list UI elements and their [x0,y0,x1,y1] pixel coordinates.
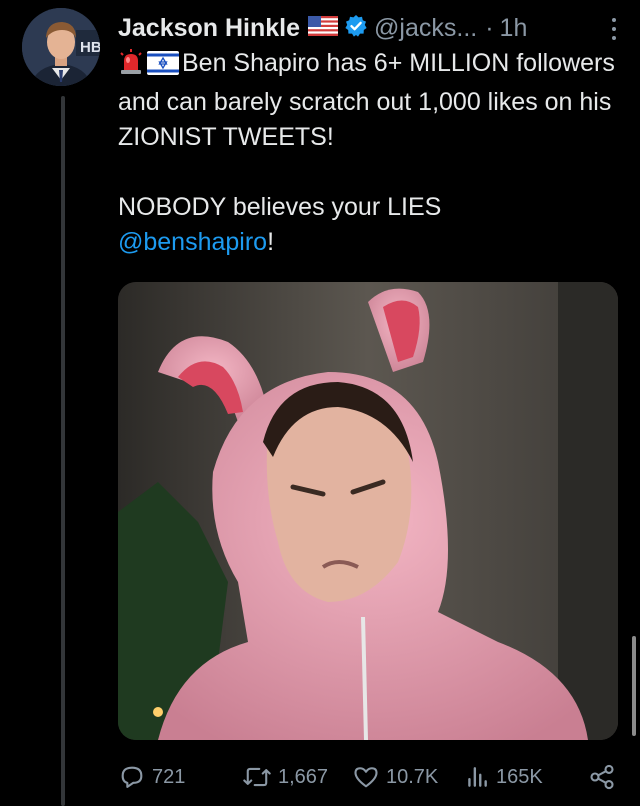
tweet-header: Jackson Hinkle @jacks... · 1h [118,10,626,46]
avatar-badge-text: HB [80,39,100,56]
repost-button[interactable]: 1,667 [242,763,352,791]
avatar[interactable]: HB [22,8,100,86]
tweet-line-2: NOBODY believes your LIES [118,193,442,221]
share-button[interactable] [588,763,618,791]
tweet-line-2-suffix: ! [267,228,275,256]
tweet-media-image[interactable] [118,282,618,740]
reply-count: 721 [152,765,186,788]
tweet-line-1: Ben Shapiro has 6+ MILLION followers and… [118,49,615,151]
tweet-paragraph-1: Ben Shapiro has 6+ MILLION followers and… [118,46,623,155]
repost-icon [243,767,271,787]
mention-link[interactable]: @benshapiro [118,228,267,256]
thread-line [61,96,65,806]
reply-button[interactable]: 721 [118,763,242,791]
tweet-paragraph-2: NOBODY believes your LIES @benshapiro! [118,190,623,260]
author-handle[interactable]: @jacks... [374,14,477,43]
israel-flag-icon [147,50,179,85]
reply-icon [121,766,143,788]
rotating-light-icon [118,49,144,85]
timestamp[interactable]: 1h [500,14,528,43]
views-chart-icon [468,767,487,787]
avatar-image: HB [22,8,100,86]
photo-illustration [118,282,618,740]
scrollbar[interactable] [632,636,636,736]
views-button[interactable]: 165K [464,763,588,791]
like-button[interactable]: 10.7K [352,763,464,791]
share-icon [590,764,614,790]
view-count: 165K [496,765,543,788]
tweet-text: Ben Shapiro has 6+ MILLION followers and… [118,46,623,260]
more-options-icon[interactable] [602,12,626,46]
heart-icon [354,767,378,788]
action-bar: 721 1,667 10.7K 165K [118,760,618,794]
us-flag-icon [308,15,339,41]
verified-badge-icon[interactable] [344,14,368,43]
author-name[interactable]: Jackson Hinkle [118,14,300,43]
like-count: 10.7K [386,765,439,788]
separator-dot: · [485,13,494,42]
repost-count: 1,667 [278,765,329,788]
